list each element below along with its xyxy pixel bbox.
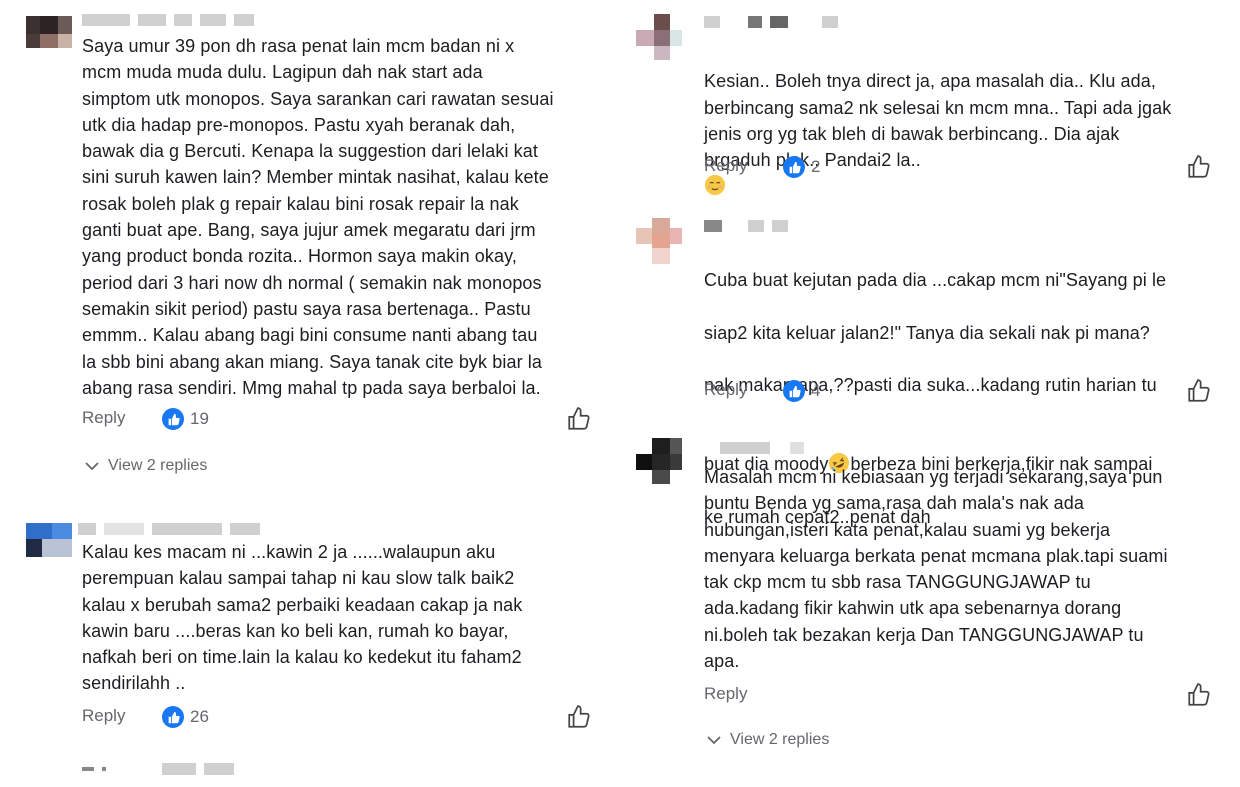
view-replies-button[interactable]: View 2 replies: [84, 457, 207, 475]
view-replies-label: View 2 replies: [730, 731, 830, 748]
avatar[interactable]: [26, 523, 72, 569]
avatar[interactable]: [636, 438, 682, 484]
thumbs-up-outline-icon[interactable]: [1186, 378, 1212, 404]
comment-actions: Reply: [704, 682, 1214, 708]
reaction-count[interactable]: 2: [783, 156, 820, 178]
reply-button[interactable]: Reply: [704, 684, 747, 704]
view-replies-label: View 2 replies: [108, 457, 208, 474]
comment-actions: Reply 26: [82, 704, 602, 730]
thumbs-up-outline-icon[interactable]: [1186, 154, 1212, 180]
reply-button[interactable]: Reply: [704, 156, 747, 176]
comment-line: Cuba buat kejutan pada dia ...cakap mcm …: [704, 270, 1167, 291]
reaction-count[interactable]: 19: [162, 408, 209, 430]
avatar[interactable]: [636, 218, 682, 264]
reaction-count[interactable]: 4: [783, 380, 820, 402]
comment-text: Masalah mcm ni kebiasaan yg terjadi seka…: [704, 467, 1168, 672]
comment-actions: Reply 2: [704, 154, 1214, 180]
like-count: 4: [811, 381, 821, 400]
like-count: 2: [811, 157, 821, 176]
author-name-blurred[interactable]: [78, 523, 260, 535]
comment-right-3: Masalah mcm ni kebiasaan yg terjadi seka…: [620, 430, 1240, 787]
reply-button[interactable]: Reply: [82, 706, 125, 726]
view-replies-button[interactable]: View 2 replies: [706, 731, 829, 749]
like-count: 19: [190, 409, 209, 428]
author-name-blurred[interactable]: [82, 14, 254, 26]
thumbs-up-outline-icon[interactable]: [1186, 682, 1212, 708]
reply-button[interactable]: Reply: [82, 408, 125, 428]
chevron-down-icon: [85, 462, 99, 471]
thumbs-up-outline-icon[interactable]: [566, 406, 592, 432]
left-column: Saya umur 39 pon dh rasa penat lain mcm …: [0, 0, 620, 787]
like-badge-icon: [162, 408, 184, 430]
author-name-blurred[interactable]: [720, 442, 804, 454]
like-badge-icon: [783, 156, 805, 178]
next-comment-author-blurred: [82, 763, 234, 775]
comment-text: Saya umur 39 pon dh rasa penat lain mcm …: [82, 36, 554, 398]
comment-text: Kalau kes macam ni ...kawin 2 ja ......w…: [82, 542, 523, 694]
reply-button[interactable]: Reply: [704, 380, 747, 400]
like-count: 26: [190, 707, 209, 726]
comment-right-1: Kesian.. Boleh tnya direct ja, apa masal…: [620, 0, 1240, 196]
avatar[interactable]: [26, 16, 72, 62]
author-name-blurred[interactable]: [704, 16, 838, 28]
comment-actions: Reply 4: [704, 378, 1214, 404]
chevron-down-icon: [707, 736, 721, 745]
reaction-count[interactable]: 26: [162, 706, 209, 728]
comment-right-2: Cuba buat kejutan pada dia ...cakap mcm …: [620, 210, 1240, 527]
like-badge-icon: [783, 380, 805, 402]
comment-actions: Reply 19: [82, 406, 602, 432]
thumbs-up-outline-icon[interactable]: [566, 704, 592, 730]
right-column: Kesian.. Boleh tnya direct ja, apa masal…: [620, 0, 1240, 787]
avatar[interactable]: [636, 14, 682, 60]
comment-line: siap2 kita keluar jalan2!" Tanya dia sek…: [704, 322, 1150, 343]
comment-left-1: Saya umur 39 pon dh rasa penat lain mcm …: [0, 0, 620, 480]
comment-left-2: Kalau kes macam ni ...kawin 2 ja ......w…: [0, 515, 620, 787]
author-name-blurred[interactable]: [704, 220, 788, 232]
like-badge-icon: [162, 706, 184, 728]
